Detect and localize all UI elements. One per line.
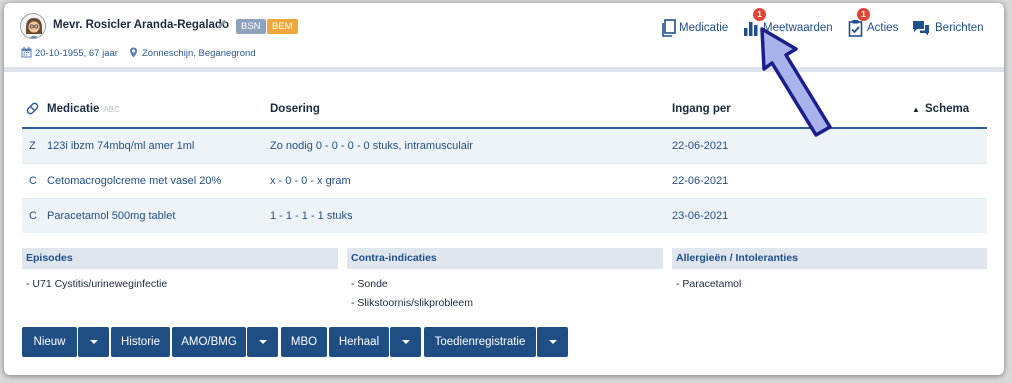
clipboard-check-icon[interactable] [847, 19, 865, 37]
pointer-arrow-icon [760, 27, 832, 137]
table-row[interactable]: Z 123i ibzm 74mbq/ml amer 1ml Zo nodig 0… [22, 129, 987, 163]
map-pin-icon [130, 47, 137, 58]
sort-abc-label[interactable]: ABC [103, 105, 119, 114]
row-date: 23-06-2021 [672, 210, 729, 222]
herhaal-dropdown-button[interactable] [390, 327, 421, 357]
column-header-ingang[interactable]: Ingang per [672, 103, 731, 115]
allergy-item: - Paracetamol [676, 278, 742, 290]
row-dosage: x - 0 - 0 - x gram [270, 175, 351, 187]
caret-up-icon[interactable]: ▲ [912, 105, 920, 114]
panel-episodes-header: Episodes [22, 248, 338, 269]
historie-button[interactable]: Historie [111, 327, 170, 357]
patient-avatar[interactable] [20, 13, 46, 39]
birth-date: 20-10-1955, 67 jaar [35, 48, 118, 59]
pages-icon[interactable] [660, 19, 678, 37]
row-medication[interactable]: Paracetamol 500mg tablet [47, 210, 175, 222]
header-divider [4, 67, 1004, 72]
pencil-icon[interactable] [215, 17, 229, 31]
contra-item: - Sonde [351, 278, 388, 290]
row-date: 22-06-2021 [672, 175, 729, 187]
medication-window: Mevr. Rosicler Aranda-Regalado BSN BEM 2… [4, 3, 1004, 375]
contra-item: - Slikstoornis/slikprobleem [351, 297, 473, 309]
nav-berichten[interactable]: Berichten [935, 22, 984, 38]
row-code: C [29, 210, 37, 222]
episode-item: - U71 Cystitis/urineweginfectie [26, 278, 168, 290]
nav-medicatie[interactable]: Medicatie [679, 22, 728, 38]
badge-bem: BEM [267, 19, 298, 34]
column-header-dosering[interactable]: Dosering [270, 103, 320, 115]
panel-contra-header: Contra-indicaties [347, 248, 663, 269]
column-header-schema[interactable]: Schema [925, 103, 969, 115]
acties-badge: 1 [857, 8, 870, 21]
meetwaarden-badge: 1 [753, 8, 766, 21]
calendar-icon [21, 47, 32, 58]
nieuw-button[interactable]: Nieuw [22, 327, 77, 357]
amo-bmg-button[interactable]: AMO/BMG [172, 327, 246, 357]
badge-bsn: BSN [236, 19, 266, 34]
row-date: 22-06-2021 [672, 140, 729, 152]
pill-icon [26, 102, 39, 115]
row-code: C [29, 175, 37, 187]
toedienregistratie-button[interactable]: Toedienregistratie [424, 327, 536, 357]
toedienregistratie-dropdown-button[interactable] [537, 327, 568, 357]
herhaal-button[interactable]: Herhaal [329, 327, 389, 357]
panel-allergies-header: Allergieën / Intoleranties [672, 248, 987, 269]
mbo-button[interactable]: MBO [281, 327, 327, 357]
column-header-medicatie[interactable]: Medicatie ABC [47, 103, 120, 115]
chat-bubbles-icon[interactable] [912, 19, 930, 37]
table-row[interactable]: C Paracetamol 500mg tablet 1 - 1 - 1 - 1… [22, 199, 987, 233]
row-medication[interactable]: 123i ibzm 74mbq/ml amer 1ml [47, 140, 194, 152]
patient-header: Mevr. Rosicler Aranda-Regalado BSN BEM 2… [4, 3, 1004, 67]
nieuw-dropdown-button[interactable] [78, 327, 109, 357]
nav-acties[interactable]: Acties [867, 22, 898, 38]
row-dosage: Zo nodig 0 - 0 - 0 - 0 stuks, intramuscu… [270, 140, 473, 152]
row-dosage: 1 - 1 - 1 - 1 stuks [270, 210, 353, 222]
table-row[interactable]: C Cetomacrogolcreme met vasel 20% x - 0 … [22, 164, 987, 198]
amo-bmg-dropdown-button[interactable] [247, 327, 278, 357]
patient-name: Mevr. Rosicler Aranda-Regalado [53, 19, 229, 31]
row-code: Z [29, 140, 36, 152]
patient-location: Zonneschijn, Beganegrond [142, 48, 256, 59]
row-medication[interactable]: Cetomacrogolcreme met vasel 20% [47, 175, 221, 187]
